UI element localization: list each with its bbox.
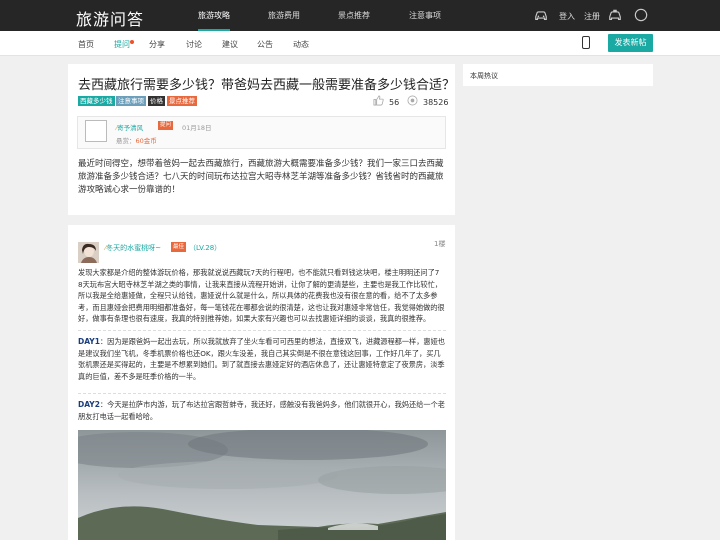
subnav-share[interactable]: 分享 xyxy=(149,39,165,50)
question-title: 去西藏旅行需要多少钱？带爸妈去西藏一般需要准备多少钱合适？ xyxy=(78,78,456,93)
like-icon[interactable] xyxy=(373,95,384,106)
floor-number: 1楼 xyxy=(434,240,446,248)
subnav-suggest[interactable]: 建议 xyxy=(222,39,238,50)
best-answer-badge: 最佳 xyxy=(171,242,187,252)
car-icon[interactable] xyxy=(534,8,548,22)
answerer-name[interactable]: ⁄冬天的水蜜桃呀~ xyxy=(105,243,161,253)
subnav-home[interactable]: 首页 xyxy=(78,39,94,50)
question-body: 最近时间得空，想带着爸妈一起去西藏旅行，西藏旅游大概需要准备多少钱？我们一家三口… xyxy=(78,159,444,195)
paragraph-divider xyxy=(78,393,446,394)
tag-attractions[interactable]: 景点推荐 xyxy=(167,96,197,106)
compass-icon[interactable] xyxy=(634,8,648,22)
nav-notes[interactable]: 注意事项 xyxy=(409,10,441,21)
answer-intro: 发现大家都是介绍的整体游玩价格，那我就说说西藏玩7天的行程吧，也不能就只看到钱这… xyxy=(78,268,445,323)
nav-costs[interactable]: 旅游费用 xyxy=(268,10,300,21)
tag-notes[interactable]: 注意事项 xyxy=(116,96,146,106)
answer-day2: DAY2：今天是拉萨市内游，玩了布达拉宫跟哲蚌寺，我还好，感触没有我爸妈多，他们… xyxy=(78,400,445,421)
question-card: 去西藏旅行需要多少钱？带爸妈去西藏一般需要准备多少钱合适？ 西藏多少钱 注意事项… xyxy=(68,64,455,215)
top-navbar: 旅游问答 旅游攻略 旅游费用 景点推荐 注意事项 登入 注册 xyxy=(0,0,720,31)
answerer-avatar[interactable] xyxy=(78,242,99,263)
paragraph-divider xyxy=(78,330,446,331)
login-link[interactable]: 登入 xyxy=(559,11,575,22)
subnav-announce[interactable]: 公告 xyxy=(257,39,273,50)
subnav-discuss[interactable]: 讨论 xyxy=(186,39,202,50)
sidebar-hot-topics: 本周热议 xyxy=(463,64,653,86)
subnav-ask[interactable]: 提问 xyxy=(114,39,130,50)
asker-avatar[interactable] xyxy=(85,120,107,142)
nav-guides[interactable]: 旅游攻略 xyxy=(198,10,230,31)
subnav-activity[interactable]: 动态 xyxy=(293,39,309,50)
tibet-landscape-photo[interactable] xyxy=(78,430,446,540)
site-logo[interactable]: 旅游问答 xyxy=(76,6,144,30)
asker-badge: 提问 xyxy=(158,121,174,130)
mobile-phone-icon[interactable] xyxy=(582,36,590,49)
bounty: 悬赏：60金币 xyxy=(116,137,157,145)
sidebar-title: 本周热议 xyxy=(470,72,498,80)
answerer-level: （LV.28） xyxy=(189,244,222,252)
tag-tibet-cost[interactable]: 西藏多少钱 xyxy=(78,96,115,106)
view-icon xyxy=(407,95,418,106)
tag-price[interactable]: 价格 xyxy=(148,96,165,106)
taxi-icon[interactable] xyxy=(608,8,622,22)
view-count: 38526 xyxy=(423,98,449,107)
asker-info: ⁄寄予清风 提问 01月18日 悬赏：60金币 xyxy=(77,116,446,149)
asker-name[interactable]: ⁄寄予清风 xyxy=(116,122,143,132)
asker-date: 01月18日 xyxy=(182,124,212,132)
register-link[interactable]: 注册 xyxy=(584,11,600,22)
like-count: 56 xyxy=(389,98,400,107)
answer-day1: DAY1：因为是跟爸妈一起出去玩，所以我就放弃了坐火车看可可西里的想法，直接双飞… xyxy=(78,337,445,381)
new-post-button[interactable]: 发表新帖 xyxy=(608,34,653,52)
nav-attractions[interactable]: 景点推荐 xyxy=(338,10,370,21)
notification-dot xyxy=(130,40,134,44)
answer-card: ⁄冬天的水蜜桃呀~ 最佳 （LV.28） 1楼 发现大家都是介绍的整体游玩价格，… xyxy=(68,225,455,540)
